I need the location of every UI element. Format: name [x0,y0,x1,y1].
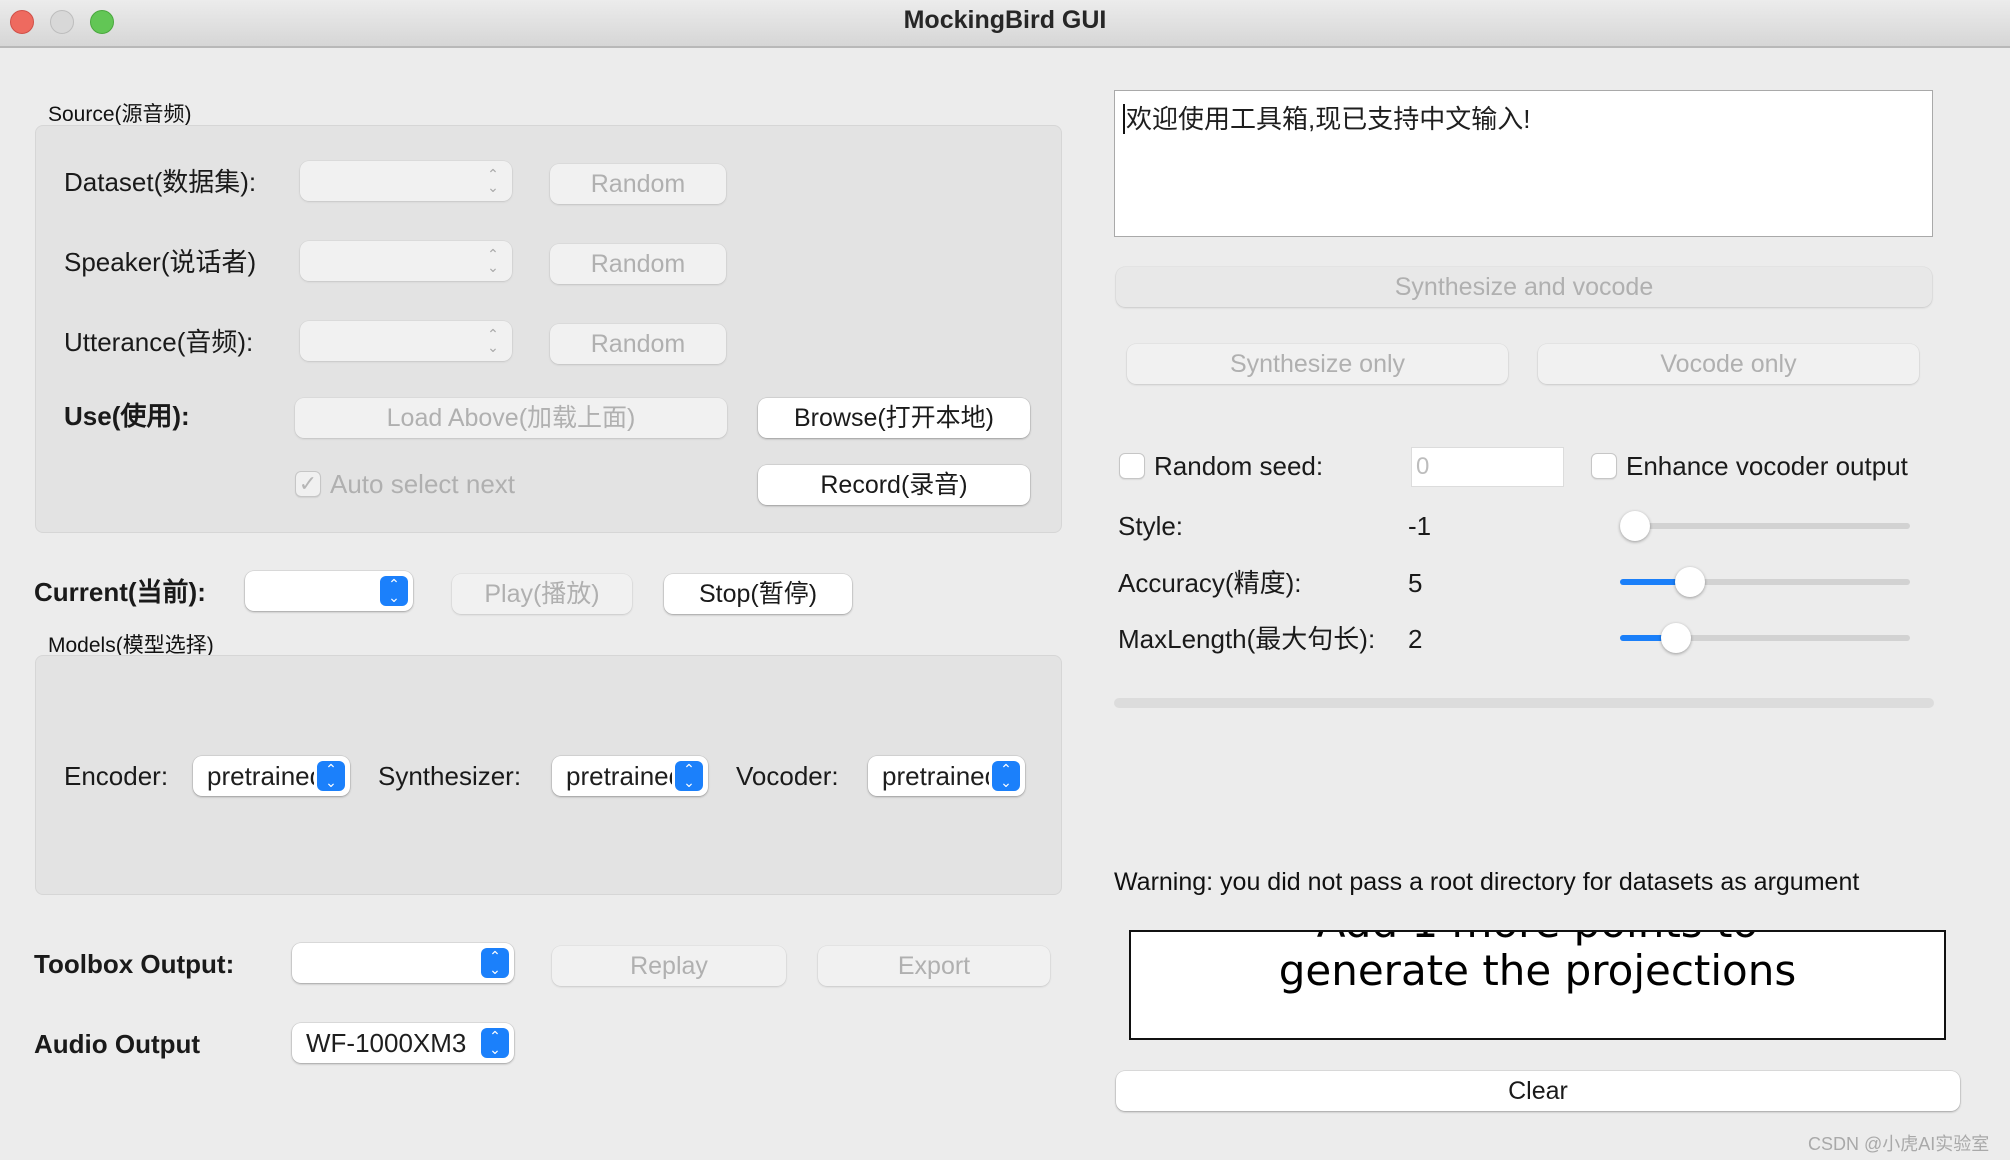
chevron-up-down-icon: ⌃ ⌄ [487,326,499,355]
window-title: MockingBird GUI [903,6,1107,34]
chevron-up-down-icon: ⌃ ⌄ [481,948,509,978]
maxlength-label: MaxLength(最大句长): [1118,624,1376,654]
projection-panel: Add 1 more points to generate the projec… [1129,930,1946,1040]
auto-select-next-checkbox[interactable]: ✓ [295,471,321,497]
text-input-value: 欢迎使用工具箱,现已支持中文输入! [1126,104,1531,134]
speaker-select[interactable]: ⌃ ⌄ [300,241,512,281]
replay-button[interactable]: Replay [552,946,786,986]
enhance-vocoder-checkbox[interactable] [1591,453,1617,479]
projection-text-line1: Add 1 more points to [1131,932,1944,947]
dataset-label: Dataset(数据集): [64,167,257,197]
vocoder-label: Vocoder: [736,761,839,791]
load-above-button[interactable]: Load Above(加载上面) [295,398,727,438]
vocoder-select[interactable]: pretrained ⌃ ⌄ [868,756,1025,796]
synthesize-only-button[interactable]: Synthesize only [1127,344,1508,384]
chevron-up-down-icon: ⌃ ⌄ [992,761,1020,791]
chevron-up-down-icon: ⌃ ⌄ [487,246,499,275]
style-slider-thumb[interactable] [1620,511,1650,541]
dataset-select[interactable]: ⌃ ⌄ [300,161,512,201]
synthesizer-label: Synthesizer: [378,761,522,791]
text-input[interactable]: 欢迎使用工具箱,现已支持中文输入! [1114,90,1933,237]
enhance-vocoder-label: Enhance vocoder output [1626,451,1908,481]
encoder-label: Encoder: [64,761,169,791]
synthesizer-select-value: pretrained [566,761,672,791]
toolbox-output-select[interactable]: ⌃ ⌄ [292,943,514,983]
accuracy-slider-thumb[interactable] [1675,567,1705,597]
synthesize-and-vocode-button[interactable]: Synthesize and vocode [1116,267,1932,307]
accuracy-value: 5 [1408,568,1423,598]
chevron-up-down-icon: ⌃ ⌄ [380,576,408,606]
synthesis-progress-bar [1114,698,1934,708]
browse-button[interactable]: Browse(打开本地) [758,398,1030,438]
style-label: Style: [1118,511,1184,541]
encoder-select[interactable]: pretrained ⌃ ⌄ [193,756,350,796]
speaker-random-button[interactable]: Random [550,244,726,284]
export-button[interactable]: Export [818,946,1050,986]
speaker-label: Speaker(说话者) [64,247,257,277]
record-button[interactable]: Record(录音) [758,465,1030,505]
play-button[interactable]: Play(播放) [452,574,632,614]
style-value: -1 [1408,511,1432,541]
source-group-label: Source(源音频) [48,103,192,126]
encoder-select-value: pretrained [207,761,314,791]
auto-select-next-label: Auto select next [330,469,515,499]
random-seed-label: Random seed: [1154,451,1324,481]
style-slider[interactable] [1620,511,1910,541]
toolbox-output-label: Toolbox Output: [34,949,235,979]
current-label: Current(当前): [34,577,206,607]
chevron-up-down-icon: ⌃ ⌄ [487,166,499,195]
chevron-up-down-icon: ⌃ ⌄ [675,761,703,791]
audio-output-value: WF-1000XM3 [306,1028,467,1058]
vocoder-select-value: pretrained [882,761,989,791]
random-seed-checkbox[interactable] [1119,453,1145,479]
current-select[interactable]: ⌃ ⌄ [245,571,413,611]
random-seed-input[interactable]: 0 [1411,447,1564,487]
utterance-select[interactable]: ⌃ ⌄ [300,321,512,361]
chevron-up-down-icon: ⌃ ⌄ [317,761,345,791]
chevron-up-down-icon: ⌃ ⌄ [481,1028,509,1058]
vocode-only-button[interactable]: Vocode only [1538,344,1919,384]
clear-button[interactable]: Clear [1116,1071,1960,1111]
accuracy-label: Accuracy(精度): [1118,568,1302,598]
audio-output-label: Audio Output [34,1029,201,1059]
use-label: Use(使用): [64,401,190,431]
text-caret [1123,104,1125,134]
utterance-random-button[interactable]: Random [550,324,726,364]
maxlength-value: 2 [1408,624,1423,654]
watermark: CSDN @小虎AI实验室 [1808,1134,1990,1154]
utterance-label: Utterance(音频): [64,327,254,357]
stop-button[interactable]: Stop(暂停) [664,574,852,614]
synthesizer-select[interactable]: pretrained ⌃ ⌄ [552,756,708,796]
maxlength-slider-thumb[interactable] [1661,623,1691,653]
accuracy-slider[interactable] [1620,567,1910,597]
maxlength-slider[interactable] [1620,623,1910,653]
audio-output-select[interactable]: WF-1000XM3 ⌃ ⌄ [292,1023,514,1063]
projection-text-line2: generate the projections [1278,946,1797,995]
checkmark-icon: ✓ [298,471,318,496]
dataset-random-button[interactable]: Random [550,164,726,204]
warning-message: Warning: you did not pass a root directo… [1114,868,1860,896]
